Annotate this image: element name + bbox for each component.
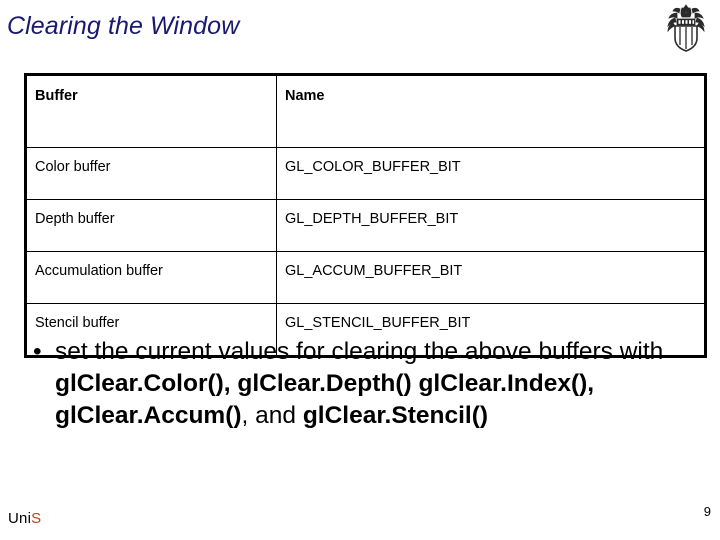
cell-name: GL_COLOR_BUFFER_BIT	[276, 147, 706, 200]
page-number: 9	[703, 504, 711, 519]
footer-logo-primary: Uni	[8, 510, 32, 527]
table-row: Accumulation buffer GL_ACCUM_BUFFER_BIT	[25, 251, 706, 304]
list-item: • set the current values for clearing th…	[24, 336, 704, 432]
bullet-text: set the current values for clearing the …	[55, 338, 663, 429]
cell-name: GL_ACCUM_BUFFER_BIT	[276, 251, 706, 304]
slide-body: • set the current values for clearing th…	[24, 336, 704, 432]
cell-buffer: Depth buffer	[25, 199, 277, 252]
regular-run: set the current values for clearing the …	[55, 338, 664, 365]
footer-logo-accent: S	[31, 510, 42, 527]
table-header-row: Buffer Name	[25, 74, 706, 148]
unis-footer-logo: UniS	[8, 511, 41, 526]
regular-run: , and	[241, 402, 303, 429]
table-row: Color buffer GL_COLOR_BUFFER_BIT	[25, 147, 706, 200]
page-title: Clearing the Window	[7, 12, 240, 40]
column-header-name: Name	[276, 74, 706, 148]
column-header-buffer: Buffer	[25, 74, 277, 148]
cell-buffer: Accumulation buffer	[25, 251, 277, 304]
cell-name: GL_DEPTH_BUFFER_BIT	[276, 199, 706, 252]
buffer-constants-table: Buffer Name Color buffer GL_COLOR_BUFFER…	[24, 73, 707, 358]
table-row: Depth buffer GL_DEPTH_BUFFER_BIT	[25, 199, 706, 252]
bold-run: glClear.Stencil()	[302, 402, 489, 429]
bullet-marker-icon: •	[33, 338, 42, 365]
cell-buffer: Color buffer	[25, 147, 277, 200]
university-crest-icon	[660, 2, 712, 54]
